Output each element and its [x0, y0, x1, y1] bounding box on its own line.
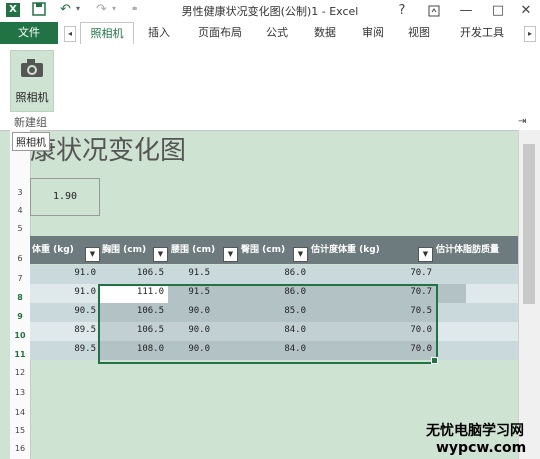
row-header: 3 4 5 6 7 8 9 10 11 12 13 14 15 16 [10, 130, 31, 459]
customize-qat-icon[interactable]: ⩧ [132, 4, 137, 14]
filter-dropdown-icon[interactable]: ▼ [293, 247, 308, 262]
tab-formulas[interactable]: 公式 [258, 22, 296, 44]
ribbon-panel: 照相机 新建组 ⇥ [0, 44, 540, 131]
watermark: 无忧电脑学习网 wypcw.com [426, 420, 536, 456]
help-button[interactable]: ? [390, 1, 414, 21]
ribbon-tabs: 文件 ◂ 照相机 插入 页面布局 公式 数据 审阅 视图 开发工具 ▸ [0, 22, 540, 45]
redo-dropdown-icon[interactable]: ▾ [112, 4, 116, 13]
maximize-button[interactable]: □ [486, 1, 510, 21]
column-header: 腰围 (cm) [171, 245, 216, 255]
window-title: 男性健康状况变化图(公制)1 - Excel [181, 5, 359, 18]
sheet-title: 康状况变化图 [30, 136, 187, 166]
camera-icon [19, 57, 45, 82]
camera-button-label: 照相机 [15, 91, 49, 104]
excel-logo-icon: X [6, 3, 20, 17]
row-number[interactable]: 4 [10, 206, 30, 215]
watermark-line2: wypcw.com [436, 440, 527, 456]
row-number[interactable]: 14 [10, 408, 30, 417]
table-row: 91.0 106.5 91.5 86.0 70.7 [30, 265, 518, 284]
fill-handle[interactable] [431, 357, 438, 364]
row-number[interactable]: 15 [10, 426, 30, 435]
column-header: 估计度体重 (kg) [311, 245, 380, 255]
undo-dropdown-icon[interactable]: ▾ [76, 4, 80, 13]
filter-dropdown-icon[interactable]: ▼ [153, 247, 168, 262]
filter-dropdown-icon[interactable]: ▼ [418, 247, 433, 262]
table-cell[interactable]: 70.7 [330, 268, 432, 278]
row-number[interactable]: 8 [10, 293, 30, 302]
vertical-scrollbar[interactable] [518, 130, 540, 459]
tab-data[interactable]: 数据 [306, 22, 344, 44]
row-number[interactable]: 11 [10, 350, 30, 359]
table-cell[interactable]: 91.0 [30, 287, 96, 297]
tooltip: 照相机 [12, 132, 50, 151]
tab-scroll-left-icon[interactable]: ◂ [64, 26, 76, 42]
column-header: 胸围 (cm) [102, 245, 147, 255]
row-number[interactable]: 7 [10, 274, 30, 283]
column-header: 体重 (kg) [32, 245, 74, 255]
tab-page-layout[interactable]: 页面布局 [190, 22, 250, 44]
ribbon-display-options-icon[interactable] [422, 1, 446, 21]
table-cell[interactable]: 91.0 [30, 268, 96, 278]
table-cell[interactable]: 86.0 [236, 268, 306, 278]
minimize-button[interactable]: — [454, 1, 478, 21]
tab-view[interactable]: 视图 [400, 22, 438, 44]
row-number[interactable]: 3 [10, 188, 30, 197]
tab-developer[interactable]: 开发工具 [452, 22, 512, 44]
tab-file[interactable]: 文件 [0, 22, 58, 44]
row-number[interactable]: 10 [10, 331, 30, 340]
close-button[interactable]: ✕ [514, 1, 538, 21]
row-number[interactable]: 9 [10, 312, 30, 321]
table-cell[interactable]: 89.5 [30, 325, 96, 335]
pin-ribbon-icon[interactable]: ⇥ [518, 116, 526, 127]
column-header: 估计体脂肪质量 [436, 245, 500, 255]
camera-button[interactable]: 照相机 [10, 50, 54, 112]
tab-scroll-right-icon[interactable]: ▸ [524, 26, 536, 42]
row-number[interactable]: 6 [10, 254, 30, 263]
undo-icon[interactable]: ↶ [60, 2, 71, 17]
tab-insert[interactable]: 插入 [140, 22, 178, 44]
row-number[interactable]: 16 [10, 444, 30, 453]
filter-dropdown-icon[interactable]: ▼ [85, 247, 100, 262]
row-number[interactable]: 13 [10, 388, 30, 397]
tab-camera[interactable]: 照相机 [80, 22, 134, 45]
filter-dropdown-icon[interactable]: ▼ [223, 247, 238, 262]
row-number[interactable]: 5 [10, 224, 30, 233]
table-cell[interactable]: 91.5 [166, 268, 210, 278]
save-icon[interactable] [32, 2, 46, 20]
selection-border [98, 284, 438, 364]
column-header: 臀围 (cm) [241, 245, 286, 255]
table-cell[interactable]: 89.5 [30, 344, 96, 354]
table-cell[interactable]: 90.5 [30, 306, 96, 316]
value-box[interactable]: 1.90 [30, 178, 100, 216]
ribbon-group-label: 新建组 [14, 116, 47, 129]
tab-review[interactable]: 审阅 [354, 22, 392, 44]
title-bar: X ↶ ▾ ↷ ▾ ⩧ 男性健康状况变化图(公制)1 - Excel ? — □… [0, 0, 540, 22]
watermark-line1: 无忧电脑学习网 [426, 423, 524, 439]
table-header: 体重 (kg) ▼ 胸围 (cm) ▼ 腰围 (cm) ▼ 臀围 (cm) ▼ … [30, 236, 518, 264]
redo-icon[interactable]: ↷ [96, 2, 107, 17]
scrollbar-thumb[interactable] [523, 144, 535, 304]
row-number[interactable]: 12 [10, 368, 30, 377]
table-cell[interactable]: 106.5 [98, 268, 164, 278]
